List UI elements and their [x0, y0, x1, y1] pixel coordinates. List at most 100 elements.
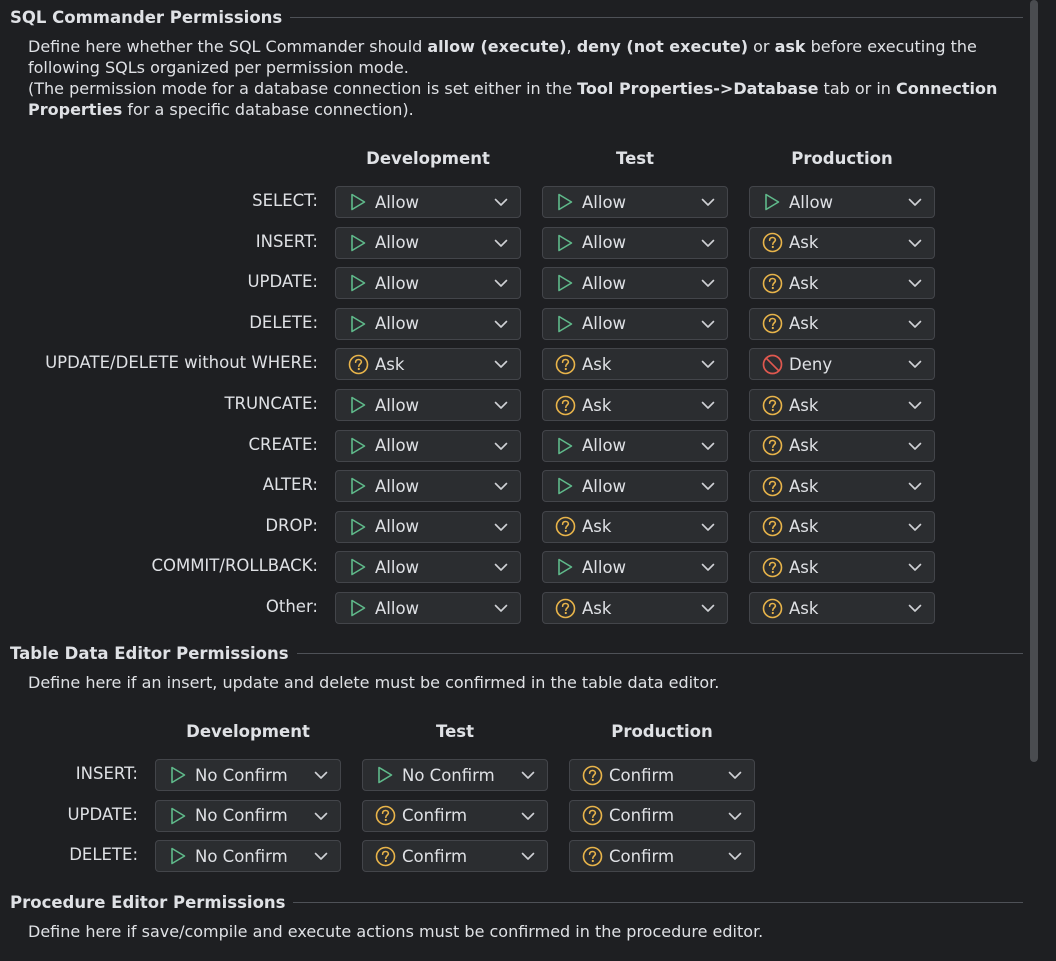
play-icon — [554, 232, 576, 254]
permission-dropdown-development[interactable]: Allow — [335, 186, 521, 218]
section-title-text: Table Data Editor Permissions — [10, 644, 289, 663]
permission-dropdown-development[interactable]: Ask — [335, 348, 521, 381]
permission-dropdown-test[interactable]: Allow — [542, 226, 728, 259]
chevron-down-icon — [699, 396, 717, 414]
chevron-down-icon — [699, 234, 717, 252]
permission-dropdown-development[interactable]: Allow — [335, 267, 521, 300]
permission-dropdown-production[interactable]: Ask — [749, 429, 935, 462]
permission-dropdown-development[interactable]: No Confirm — [155, 799, 341, 832]
permission-dropdown-production[interactable]: Confirm — [569, 840, 755, 873]
chevron-down-icon — [906, 518, 924, 536]
dropdown-value: Allow — [375, 436, 420, 456]
play-icon — [167, 764, 189, 786]
column-header-development: Development — [186, 722, 310, 741]
play-icon — [554, 435, 576, 457]
permission-dropdown-production[interactable]: Ask — [749, 592, 935, 624]
dropdown-value: Ask — [582, 354, 612, 374]
question-icon — [374, 845, 396, 867]
permission-dropdown-test[interactable]: Ask — [542, 510, 728, 543]
row-label: CREATE: — [248, 434, 318, 454]
row-label: INSERT: — [75, 764, 138, 783]
section-divider — [296, 653, 1023, 654]
question-icon — [581, 845, 603, 867]
permission-dropdown-production[interactable]: Ask — [749, 510, 935, 543]
dropdown-value: Ask — [375, 354, 405, 374]
desc-text: for a specific database connection). — [122, 100, 414, 119]
dropdown-value: No Confirm — [195, 806, 288, 826]
dropdown-value: Allow — [582, 557, 627, 577]
table-editor-description: Define here if an insert, update and del… — [28, 673, 720, 692]
permission-dropdown-development[interactable]: Allow — [335, 551, 521, 584]
permission-dropdown-production[interactable]: Ask — [749, 470, 935, 503]
permission-dropdown-development[interactable]: Allow — [335, 226, 521, 259]
row-label: SELECT: — [252, 191, 318, 210]
permission-dropdown-development[interactable]: Allow — [335, 389, 521, 421]
permission-dropdown-test[interactable]: No Confirm — [362, 759, 548, 791]
play-icon — [554, 313, 576, 335]
chevron-down-icon — [906, 193, 924, 211]
permission-dropdown-development[interactable]: Allow — [335, 510, 521, 543]
chevron-down-icon — [726, 766, 744, 784]
permission-dropdown-development[interactable]: Allow — [335, 307, 521, 340]
dropdown-value: Confirm — [609, 806, 675, 826]
play-icon — [554, 556, 576, 578]
permission-dropdown-development[interactable]: No Confirm — [155, 840, 341, 873]
chevron-down-icon — [492, 477, 510, 495]
permission-dropdown-test[interactable]: Allow — [542, 267, 728, 300]
permission-dropdown-production[interactable]: Ask — [749, 551, 935, 584]
row-label: Other: — [265, 597, 318, 616]
permission-dropdown-production[interactable]: Ask — [749, 389, 935, 421]
permission-dropdown-test[interactable]: Confirm — [362, 799, 548, 832]
permission-dropdown-production[interactable]: Deny — [749, 348, 935, 381]
dropdown-value: Ask — [789, 598, 819, 618]
permission-dropdown-test[interactable]: Allow — [542, 551, 728, 584]
desc-text: tab or in — [818, 79, 896, 98]
permission-dropdown-production[interactable]: Ask — [749, 226, 935, 259]
play-icon — [347, 394, 369, 416]
chevron-down-icon — [519, 766, 537, 784]
permission-dropdown-production[interactable]: Ask — [749, 307, 935, 340]
column-header-production: Production — [611, 722, 713, 741]
dropdown-value: Allow — [582, 192, 627, 212]
chevron-down-icon — [699, 558, 717, 576]
dropdown-value: Confirm — [609, 846, 675, 866]
row-label: INSERT: — [255, 231, 318, 251]
permission-dropdown-test[interactable]: Ask — [542, 592, 728, 624]
permission-dropdown-development[interactable]: Allow — [335, 592, 521, 624]
chevron-down-icon — [699, 477, 717, 495]
permission-dropdown-test[interactable]: Confirm — [362, 840, 548, 873]
column-header-test: Test — [616, 149, 654, 168]
permission-dropdown-test[interactable]: Ask — [542, 389, 728, 421]
row-label: DROP: — [265, 515, 318, 535]
scrollbar-thumb[interactable] — [1030, 0, 1038, 762]
dropdown-value: Ask — [789, 273, 819, 293]
permission-dropdown-test[interactable]: Allow — [542, 307, 728, 340]
chevron-down-icon — [312, 807, 330, 825]
desc-bold: Tool Properties->Database — [577, 79, 819, 98]
permission-dropdown-production[interactable]: Confirm — [569, 759, 755, 791]
dropdown-value: Allow — [375, 192, 420, 212]
chevron-down-icon — [492, 234, 510, 252]
question-icon — [761, 232, 783, 254]
permission-dropdown-test[interactable]: Allow — [542, 429, 728, 462]
sql-commander-section-title: SQL Commander Permissions — [10, 8, 1023, 27]
chevron-down-icon — [726, 807, 744, 825]
desc-bold: allow (execute) — [427, 37, 567, 56]
dropdown-value: Ask — [789, 517, 819, 537]
dropdown-value: Ask — [789, 395, 819, 415]
dropdown-value: Allow — [375, 598, 420, 618]
permission-dropdown-test[interactable]: Allow — [542, 186, 728, 218]
permission-dropdown-development[interactable]: Allow — [335, 470, 521, 503]
permission-dropdown-test[interactable]: Allow — [542, 470, 728, 503]
permission-dropdown-development[interactable]: Allow — [335, 429, 521, 462]
dropdown-value: No Confirm — [402, 765, 495, 785]
permission-dropdown-production[interactable]: Confirm — [569, 799, 755, 832]
chevron-down-icon — [906, 315, 924, 333]
chevron-down-icon — [906, 396, 924, 414]
vertical-scrollbar[interactable] — [1028, 0, 1038, 961]
permission-dropdown-development[interactable]: No Confirm — [155, 759, 341, 791]
permission-dropdown-production[interactable]: Allow — [749, 186, 935, 218]
permission-dropdown-production[interactable]: Ask — [749, 267, 935, 300]
play-icon — [554, 475, 576, 497]
permission-dropdown-test[interactable]: Ask — [542, 348, 728, 381]
